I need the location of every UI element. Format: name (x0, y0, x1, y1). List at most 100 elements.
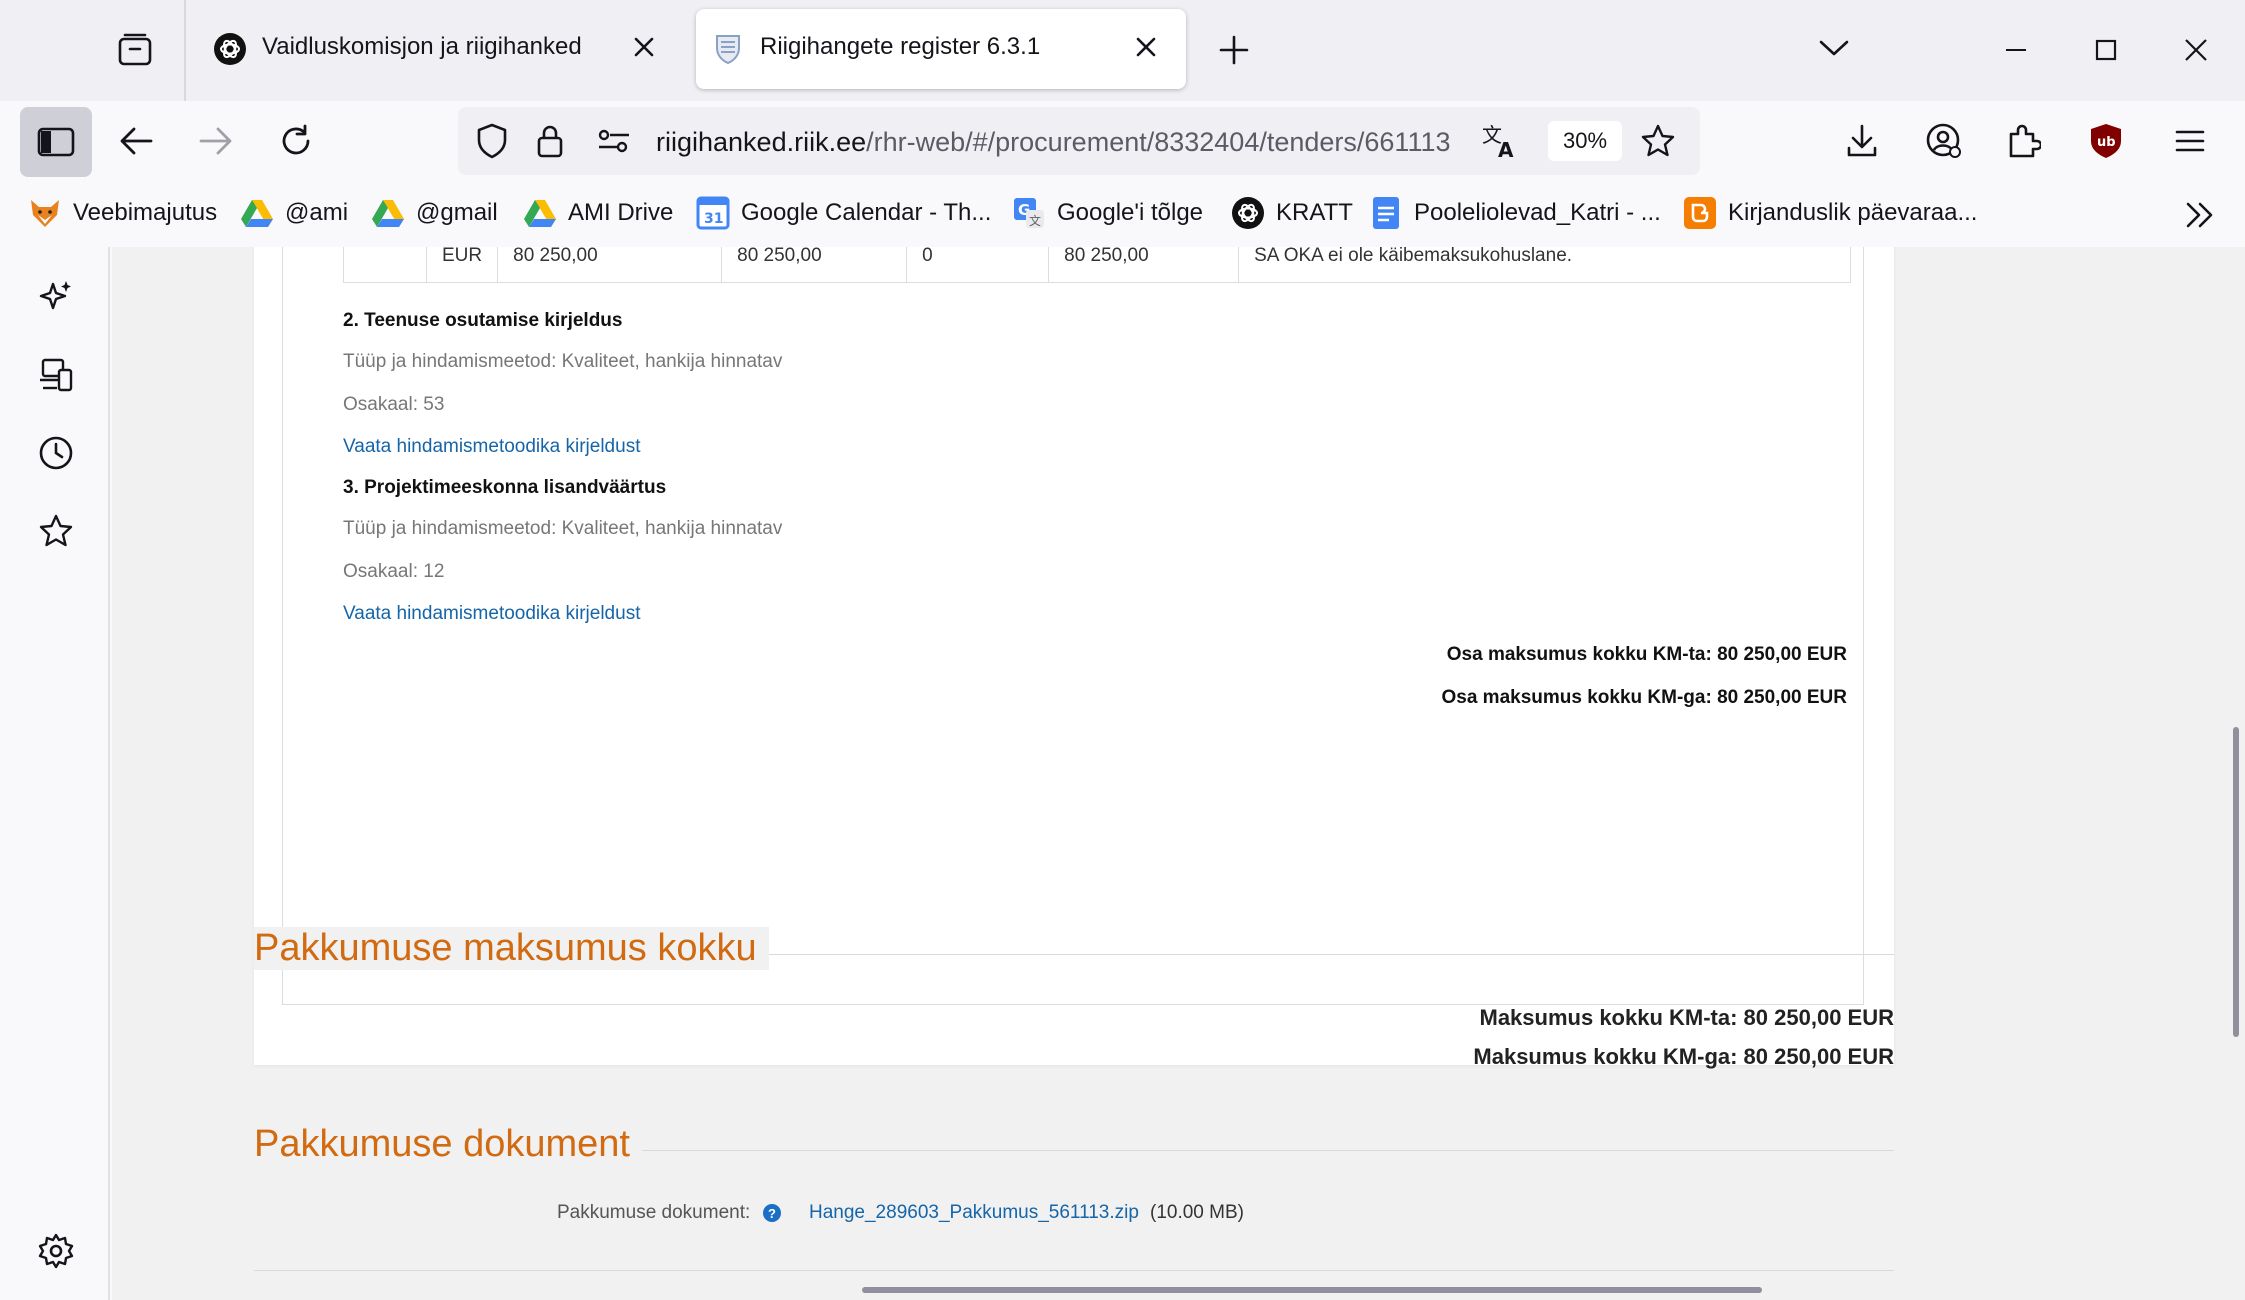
offer-total-section-heading: Pakkumuse maksumus kokku (254, 927, 1894, 977)
bookmark-label: AMI Drive (568, 199, 674, 226)
bookmark-google-calendar[interactable]: 31 Google Calendar - Th... (696, 193, 991, 233)
download-icon (1847, 124, 1877, 157)
close-icon[interactable] (1128, 29, 1164, 65)
bookmark-google-translate[interactable]: G文 Google'i tõlge (1012, 193, 1203, 233)
bookmark-ami[interactable]: @ami (240, 193, 348, 233)
help-icon[interactable]: ? (763, 1204, 781, 1222)
tab-list-button[interactable] (105, 22, 165, 78)
cost-table: EUR 80 250,00 80 250,00 0 80 250,00 SA O… (343, 247, 1852, 283)
page-content: EUR 80 250,00 80 250,00 0 80 250,00 SA O… (112, 247, 2245, 1300)
criterion-weight: Osakaal: 12 (343, 561, 445, 582)
puzzle-icon (2009, 124, 2041, 158)
offer-total-with-vat: Maksumus kokku KM-ga: 80 250,00 EUR (1473, 1044, 1894, 1069)
offer-total-without-vat: Maksumus kokku KM-ta: 80 250,00 EUR (1479, 1005, 1895, 1030)
bookmark-label: Google Calendar - Th... (741, 199, 992, 226)
back-button[interactable] (104, 109, 168, 173)
downloads-button[interactable] (1830, 109, 1894, 173)
bookmark-label: @gmail (416, 199, 498, 226)
docs-icon (1369, 196, 1403, 230)
account-button[interactable] (1912, 109, 1976, 173)
navigation-toolbar: riigihanked.riik.ee/rhr-web/#/procuremen… (0, 101, 2245, 181)
openai-icon (212, 31, 248, 67)
bookmark-veebimajutus[interactable]: Veebimajutus (28, 193, 217, 233)
horizontal-scrollbar[interactable] (862, 1287, 1762, 1293)
shield-icon[interactable] (472, 121, 512, 161)
account-icon (1926, 123, 1961, 158)
tab-title: Riigihangete register 6.3.1 (760, 33, 1041, 60)
forward-button[interactable] (184, 109, 248, 173)
extensions-button[interactable] (1992, 109, 2056, 173)
url-bar[interactable]: riigihanked.riik.ee/rhr-web/#/procuremen… (458, 107, 1700, 175)
translate-icon[interactable]: 文A (1480, 121, 1520, 161)
methodology-link[interactable]: Vaata hindamismetoodika kirjeldust (343, 603, 640, 625)
svg-text:文: 文 (1029, 213, 1041, 228)
bookmark-pooleliolevad[interactable]: Pooleliolevad_Katri - ... (1369, 193, 1661, 233)
tab-riigihangete-register[interactable]: Riigihangete register 6.3.1 (696, 9, 1186, 89)
customize-sidebar-button[interactable] (30, 1225, 82, 1277)
criterion-title: 3. Projektimeeskonna lisandväärtus (343, 477, 667, 498)
bookmarks-sidebar-button[interactable] (30, 505, 82, 557)
translate-icon: G文 (1012, 196, 1046, 230)
minimize-button[interactable] (1976, 16, 2056, 84)
sidebar-toggle-button[interactable] (20, 107, 92, 177)
section-title: Pakkumuse maksumus kokku (254, 927, 769, 970)
bookmark-kratt[interactable]: KRATT (1231, 193, 1353, 233)
new-tab-button[interactable] (1206, 22, 1262, 78)
double-chevron-right-icon (2186, 202, 2213, 228)
bookmark-label: Veebimajutus (73, 199, 218, 226)
total-cell: 80 250,00 (1048, 247, 1240, 283)
url-text[interactable]: riigihanked.riik.ee/rhr-web/#/procuremen… (656, 127, 1474, 158)
list-all-tabs-button[interactable] (1806, 20, 1862, 76)
bookmarks-toolbar: Veebimajutus @ami @gmail AMI Drive 31 Go… (0, 181, 2245, 247)
offer-document-label: Pakkumuse dokument: (557, 1202, 751, 1223)
reload-icon (282, 124, 310, 155)
permissions-icon[interactable] (594, 121, 634, 161)
offer-document-link[interactable]: Hange_289603_Pakkumus_561113.zip (809, 1202, 1139, 1224)
criterion-title: 2. Teenuse osutamise kirjeldus (343, 310, 623, 331)
reload-button[interactable] (264, 109, 328, 173)
table-row: EUR 80 250,00 80 250,00 0 80 250,00 SA O… (343, 247, 1852, 283)
ai-chatbot-button[interactable] (30, 271, 82, 323)
chevron-down-icon (1819, 40, 1849, 56)
bookmark-gmail[interactable]: @gmail (371, 193, 498, 233)
close-icon[interactable] (626, 29, 662, 65)
tab-strip: Vaidluskomisjon ja riigihanked Riigihang… (0, 0, 2245, 101)
bookmark-kirjanduslik[interactable]: Kirjanduslik päevaraa... (1683, 193, 1977, 233)
bookmark-ami-drive[interactable]: AMI Drive (523, 193, 673, 233)
methodology-link[interactable]: Vaata hindamismetoodika kirjeldust (343, 436, 640, 458)
synced-tabs-button[interactable] (30, 349, 82, 401)
svg-text:ub: ub (2097, 135, 2116, 150)
star-icon[interactable] (1638, 121, 1678, 161)
gear-icon (38, 1233, 74, 1269)
lock-icon[interactable] (530, 121, 570, 161)
criterion-type: Tüüp ja hindamismeetod: Kvaliteet, hanki… (343, 351, 783, 372)
minimize-icon (2006, 49, 2026, 51)
fox-icon (28, 196, 62, 230)
tender-part-box: EUR 80 250,00 80 250,00 0 80 250,00 SA O… (282, 247, 1864, 1005)
devices-icon (40, 358, 73, 392)
history-button[interactable] (30, 427, 82, 479)
bookmark-label: KRATT (1276, 199, 1353, 226)
url-path: /rhr-web/#/procurement/8332404/tenders/6… (866, 127, 1451, 157)
window-close-button[interactable] (2156, 16, 2236, 84)
url-host: riigihanked.riik.ee (656, 127, 867, 157)
app-menu-button[interactable] (2158, 109, 2222, 173)
sidebar-icon (37, 127, 75, 157)
tab-title: Vaidluskomisjon ja riigihanked (262, 33, 582, 60)
drive-icon (523, 196, 557, 230)
sparkle-icon (39, 281, 71, 310)
svg-text:31: 31 (704, 211, 723, 227)
tab-vaidluskomisjon[interactable]: Vaidluskomisjon ja riigihanked (198, 9, 684, 89)
bookmarks-overflow-button[interactable] (2178, 193, 2222, 237)
vertical-scrollbar[interactable] (2233, 727, 2239, 1037)
bookmark-label: Kirjanduslik päevaraa... (1728, 199, 1978, 226)
arrow-left-icon (120, 127, 153, 155)
browser-sidebar (0, 247, 110, 1300)
hamburger-icon (2175, 130, 2205, 152)
zoom-level-button[interactable]: 30% (1548, 121, 1622, 161)
clock-icon (39, 436, 73, 470)
ublock-origin-button[interactable]: ub (2074, 109, 2138, 173)
maximize-button[interactable] (2066, 16, 2146, 84)
tab-separator (184, 0, 186, 101)
drive-icon (371, 196, 405, 230)
